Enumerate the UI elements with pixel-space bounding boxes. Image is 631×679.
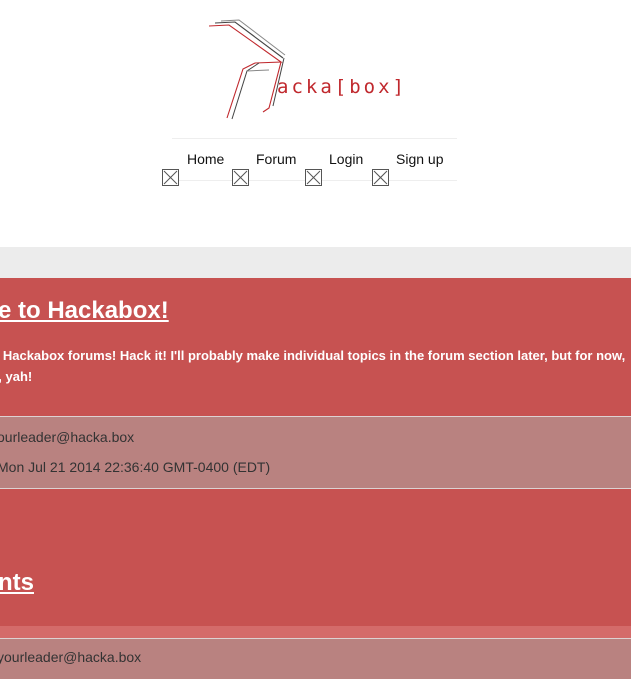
- nav-login-link[interactable]: Login: [329, 151, 363, 167]
- broken-image-icon[interactable]: [372, 169, 389, 186]
- post-author: ourleader@hacka.box: [0, 429, 135, 445]
- logo-wordmark: acka[box]: [277, 76, 407, 98]
- broken-image-icon[interactable]: [305, 169, 322, 186]
- post-card: e to Hackabox! e Hackabox forums! Hack i…: [0, 278, 631, 416]
- post-meta: yourleader@hacka.box: [0, 638, 631, 679]
- nav-signup-link[interactable]: Sign up: [396, 151, 443, 167]
- post-meta: ourleader@hacka.box Mon Jul 21 2014 22:3…: [0, 416, 631, 488]
- post-date: Mon Jul 21 2014 22:36:40 GMT-0400 (EDT): [0, 459, 271, 475]
- content-header-band: [0, 247, 631, 278]
- post-author: yourleader@hacka.box: [0, 649, 142, 665]
- hackabox-logo: [208, 19, 286, 120]
- nav-forum-link[interactable]: Forum: [256, 151, 296, 167]
- post-title-link[interactable]: e to Hackabox!: [0, 297, 169, 325]
- post-title-link[interactable]: nts: [0, 569, 34, 597]
- post-card: nts: [0, 488, 631, 627]
- broken-image-icon[interactable]: [162, 169, 179, 186]
- broken-image-icon[interactable]: [232, 169, 249, 186]
- post-body-line: e Hackabox forums! Hack it! I'll probabl…: [0, 348, 626, 363]
- post-body-line: y, yah!: [0, 369, 33, 384]
- post-divider: [0, 626, 631, 638]
- nav-home-link[interactable]: Home: [187, 151, 224, 167]
